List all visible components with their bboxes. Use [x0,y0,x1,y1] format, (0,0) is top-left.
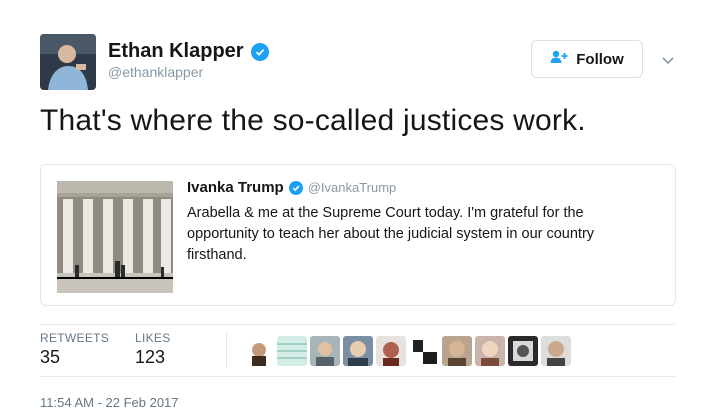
stats-separator [226,332,227,368]
liker-avatar[interactable] [343,336,373,366]
quoted-author-name[interactable]: Ivanka Trump [187,179,284,196]
verified-badge-icon [250,42,269,61]
quoted-tweet-text: Arabella & me at the Supreme Court today… [187,205,595,263]
tweet-timestamp[interactable]: 11:54 AM - 22 Feb 2017 [40,395,179,410]
add-user-icon [550,50,568,68]
liker-avatars [244,336,571,366]
chevron-down-icon[interactable] [662,52,674,70]
liker-avatar[interactable] [376,336,406,366]
author-name-row: Ethan Klapper [108,40,269,63]
stats-divider-top [40,324,676,325]
quoted-author-handle[interactable]: @IvankaTrump [308,180,397,195]
author-name[interactable]: Ethan Klapper [108,40,244,63]
follow-button[interactable]: Follow [531,40,643,78]
liker-avatar[interactable] [475,336,505,366]
liker-avatar[interactable] [310,336,340,366]
stats-divider-bottom [40,376,676,377]
tweet-card: Ethan Klapper @ethanklapper Follow That'… [0,0,717,417]
liker-avatar[interactable] [244,336,274,366]
follow-label: Follow [576,50,624,68]
verified-badge-icon [288,180,303,195]
liker-avatar[interactable] [409,336,439,366]
retweets-label[interactable]: RETWEETS [40,331,109,345]
liker-avatar[interactable] [541,336,571,366]
tweet-text: That's where the so-called justices work… [40,104,586,137]
quoted-author-row: Ivanka Trump @IvankaTrump [187,179,396,196]
author-avatar[interactable] [40,34,96,90]
author-handle[interactable]: @ethanklapper [108,64,203,80]
liker-avatar[interactable] [508,336,538,366]
liker-avatar[interactable] [442,336,472,366]
likes-count[interactable]: 123 [135,347,165,368]
liker-avatar[interactable] [277,336,307,366]
likes-label[interactable]: LIKES [135,331,171,345]
quoted-tweet[interactable]: Ivanka Trump @IvankaTrump Arabella & me … [40,164,676,306]
supreme-court-photo [57,181,173,293]
retweets-count[interactable]: 35 [40,347,60,368]
